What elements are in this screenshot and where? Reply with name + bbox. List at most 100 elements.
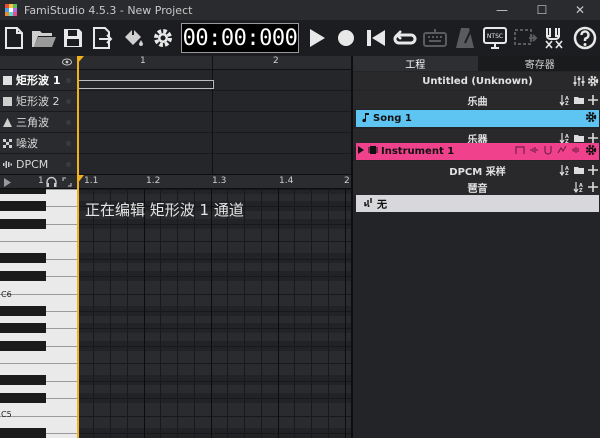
expand-arrow-icon[interactable] bbox=[358, 146, 364, 157]
tab-registers[interactable]: 寄存器 bbox=[477, 56, 600, 71]
channel-mute-dot[interactable] bbox=[66, 99, 71, 104]
close-button[interactable]: ✕ bbox=[560, 0, 600, 20]
channel-name: 矩形波 2 bbox=[16, 95, 60, 108]
svg-text:Z: Z bbox=[565, 171, 569, 176]
mixer-icon[interactable] bbox=[573, 75, 585, 87]
qwerty-input-button[interactable] bbox=[421, 24, 449, 52]
editing-channel-message: 正在编辑 矩形波 1 通道 bbox=[85, 201, 244, 219]
snap-button[interactable] bbox=[541, 24, 569, 52]
pattern-block[interactable] bbox=[77, 80, 214, 89]
record-icon bbox=[338, 30, 354, 46]
metronome-button[interactable] bbox=[451, 24, 479, 52]
tab-project[interactable]: 工程 bbox=[353, 56, 478, 71]
project-explorer: 工程 寄存器 Untitled (Unknown) 乐曲 AZ Song 1 乐… bbox=[351, 56, 600, 438]
open-project-button[interactable] bbox=[30, 24, 58, 52]
add-icon[interactable] bbox=[587, 94, 599, 106]
open-folder-icon bbox=[32, 31, 56, 47]
channel-mute-dot[interactable] bbox=[66, 78, 71, 83]
piano-roll-grid[interactable]: 正在编辑 矩形波 1 通道 bbox=[77, 189, 351, 438]
volume-envelope-icon[interactable] bbox=[515, 145, 525, 155]
channel-mute-dot[interactable] bbox=[66, 120, 71, 125]
gear-icon[interactable] bbox=[585, 144, 597, 156]
arpeggio-item[interactable]: 无 bbox=[356, 195, 599, 212]
time-display[interactable]: 00:00:000 bbox=[181, 23, 299, 53]
channel-row-square-2[interactable]: 矩形波 2 bbox=[0, 91, 77, 112]
maximize-button[interactable]: ☐ bbox=[522, 0, 562, 20]
instrument-name: Instrument 1 bbox=[381, 146, 455, 157]
channel-row-dpcm[interactable]: DPCM bbox=[0, 154, 77, 175]
bar-number: 1 bbox=[140, 56, 146, 66]
sequencer-ruler[interactable]: 1 2 bbox=[0, 56, 351, 70]
square-wave-icon bbox=[3, 75, 12, 85]
sort-icon[interactable]: AZ bbox=[573, 181, 585, 193]
settings-button[interactable] bbox=[149, 24, 177, 52]
transform-button[interactable] bbox=[119, 24, 147, 52]
snap-icon bbox=[545, 28, 563, 49]
channel-mute-dot[interactable] bbox=[66, 141, 71, 146]
title-bar: FamiStudio 4.5.3 - New Project — ☐ ✕ bbox=[0, 0, 600, 20]
loop-button[interactable] bbox=[391, 24, 419, 52]
eye-icon[interactable] bbox=[62, 57, 72, 67]
headphones-icon[interactable] bbox=[46, 176, 57, 190]
gear-icon bbox=[154, 29, 172, 47]
song-item[interactable]: Song 1 bbox=[356, 110, 599, 127]
project-title-row[interactable]: Untitled (Unknown) bbox=[353, 72, 600, 90]
loop-icon bbox=[393, 30, 417, 45]
duty-envelope-icon[interactable] bbox=[557, 145, 567, 155]
dpcm-icon bbox=[3, 160, 12, 169]
playhead-line bbox=[77, 56, 79, 438]
square-wave-icon bbox=[3, 96, 12, 106]
new-file-icon bbox=[5, 27, 23, 49]
beat-label: 1.4 bbox=[279, 176, 294, 186]
help-button[interactable] bbox=[571, 24, 599, 52]
beat-label: 2 bbox=[344, 176, 350, 186]
add-icon[interactable] bbox=[587, 164, 599, 176]
channel-row-square-1[interactable]: 矩形波 1 bbox=[0, 70, 77, 91]
instrument-2a03-icon bbox=[368, 145, 378, 158]
save-project-button[interactable] bbox=[59, 24, 87, 52]
paint-bucket-icon bbox=[125, 29, 143, 46]
folder-icon[interactable] bbox=[573, 164, 585, 176]
beat-label: 1.3 bbox=[212, 176, 227, 186]
folder-icon[interactable] bbox=[573, 94, 585, 106]
minimize-button[interactable]: — bbox=[482, 0, 522, 20]
arpeggio-name: 无 bbox=[377, 200, 387, 211]
triangle-wave-icon bbox=[3, 117, 12, 127]
record-button[interactable] bbox=[332, 24, 360, 52]
piano-keyboard[interactable]: C6 C5 bbox=[0, 189, 77, 438]
gear-icon[interactable] bbox=[585, 111, 597, 123]
sort-icon[interactable]: AZ bbox=[559, 164, 571, 176]
new-project-button[interactable] bbox=[0, 24, 28, 52]
arpeggios-header-label: 琶音 bbox=[467, 183, 488, 195]
zoom-label: 1 bbox=[38, 176, 44, 186]
pitch-envelope-icon[interactable] bbox=[543, 145, 553, 155]
channel-name: DPCM bbox=[16, 157, 49, 171]
channel-name: 三角波 bbox=[16, 116, 49, 129]
keyboard-icon bbox=[423, 29, 447, 47]
rewind-button[interactable] bbox=[362, 24, 390, 52]
piano-roll-ruler[interactable]: 1 1.1 1.2 1.3 1.4 2 bbox=[0, 174, 351, 189]
channel-row-noise[interactable]: 噪波 bbox=[0, 133, 77, 154]
channel-name: 噪波 bbox=[16, 137, 38, 150]
instrument-item[interactable]: Instrument 1 bbox=[356, 143, 599, 160]
vibrato-icon[interactable] bbox=[571, 145, 581, 155]
export-icon bbox=[93, 27, 113, 49]
follow-mode-button[interactable] bbox=[511, 24, 539, 52]
arpeggio-envelope-icon[interactable] bbox=[529, 145, 539, 155]
project-title: Untitled (Unknown) bbox=[422, 75, 533, 87]
octave-label: C5 bbox=[1, 410, 12, 419]
export-button[interactable] bbox=[89, 24, 117, 52]
channel-row-triangle[interactable]: 三角波 bbox=[0, 112, 77, 133]
channel-list: 矩形波 1 矩形波 2 三角波 噪波 DPCM bbox=[0, 70, 77, 175]
machine-button[interactable]: NTSC bbox=[481, 24, 509, 52]
dpcm-header: DPCM 采样 AZ bbox=[353, 161, 600, 179]
add-icon[interactable] bbox=[587, 181, 599, 193]
channel-mute-dot[interactable] bbox=[66, 162, 71, 167]
famistudio-logo-icon bbox=[5, 4, 17, 16]
gear-icon[interactable] bbox=[587, 75, 599, 87]
window-title: FamiStudio 4.5.3 - New Project bbox=[24, 3, 193, 17]
sequencer-grid[interactable] bbox=[77, 70, 351, 174]
octave-label: C6 bbox=[1, 290, 12, 299]
sort-icon[interactable]: AZ bbox=[559, 94, 571, 106]
play-button[interactable] bbox=[303, 24, 331, 52]
